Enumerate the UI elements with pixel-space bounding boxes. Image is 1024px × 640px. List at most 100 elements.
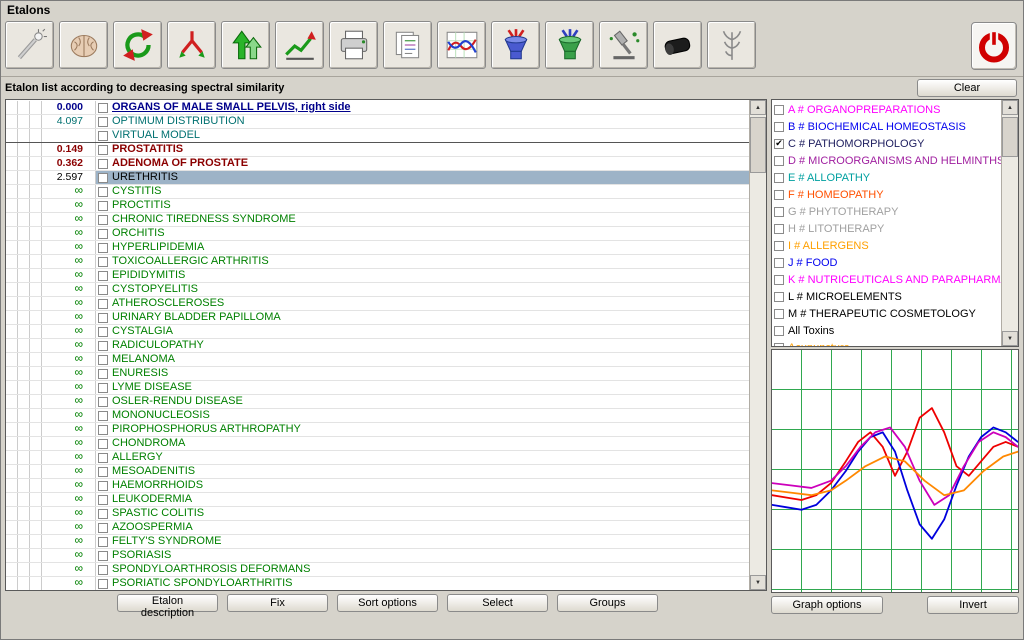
table-row[interactable]: ∞CYSTITIS	[6, 185, 749, 199]
table-row[interactable]: 0.362ADENOMA OF PROSTATE	[6, 157, 749, 171]
category-checkbox[interactable]	[774, 190, 784, 200]
row-checkbox[interactable]	[98, 425, 108, 435]
category-checkbox[interactable]	[774, 173, 784, 183]
row-checkbox[interactable]	[98, 159, 108, 169]
category-scroll-up-button[interactable]: ▲	[1002, 100, 1018, 115]
category-checkbox[interactable]: ✔	[774, 139, 784, 149]
table-row[interactable]: 0.149PROSTATITIS	[6, 143, 749, 157]
category-scrollbar[interactable]: ▲ ▼	[1001, 100, 1018, 346]
table-row[interactable]: ∞ORCHITIS	[6, 227, 749, 241]
table-row[interactable]: ∞AZOOSPERMIA	[6, 521, 749, 535]
row-checkbox[interactable]	[98, 369, 108, 379]
category-checkbox[interactable]	[774, 207, 784, 217]
category-item[interactable]: A # ORGANOPREPARATIONS	[772, 101, 1001, 118]
row-checkbox[interactable]	[98, 411, 108, 421]
microscope-button[interactable]	[599, 21, 648, 69]
category-item[interactable]: ✔C # PATHOMORPHOLOGY	[772, 135, 1001, 152]
row-checkbox[interactable]	[98, 579, 108, 589]
funnel-green-button[interactable]	[545, 21, 594, 69]
category-checkbox[interactable]	[774, 258, 784, 268]
table-row[interactable]: ∞ATHEROSCLEROSES	[6, 297, 749, 311]
table-row[interactable]: ∞PSORIASIS	[6, 549, 749, 563]
table-row[interactable]: ∞MESOADENITIS	[6, 465, 749, 479]
table-row[interactable]: ∞SPONDYLOARTHROSIS DEFORMANS	[6, 563, 749, 577]
eraser-button[interactable]	[653, 21, 702, 69]
row-checkbox[interactable]	[98, 355, 108, 365]
table-row[interactable]: ∞ENURESIS	[6, 367, 749, 381]
table-scroll-track[interactable]	[750, 115, 766, 575]
row-checkbox[interactable]	[98, 327, 108, 337]
row-checkbox[interactable]	[98, 173, 108, 183]
magic-wand-button[interactable]	[5, 21, 54, 69]
category-scroll-track[interactable]	[1002, 115, 1018, 331]
category-scroll-thumb[interactable]	[1002, 117, 1018, 157]
table-scrollbar[interactable]: ▲ ▼	[749, 100, 766, 590]
row-checkbox[interactable]	[98, 313, 108, 323]
branch-arrows-button[interactable]	[167, 21, 216, 69]
row-checkbox[interactable]	[98, 523, 108, 533]
chart-up-arrows-button[interactable]	[275, 21, 324, 69]
table-row[interactable]: ∞LYME DISEASE	[6, 381, 749, 395]
table-row[interactable]: ∞CYSTOPYELITIS	[6, 283, 749, 297]
table-row[interactable]: 2.597URETHRITIS	[6, 171, 749, 185]
row-checkbox[interactable]	[98, 201, 108, 211]
category-item[interactable]: D # MICROORGANISMS AND HELMINTHS	[772, 152, 1001, 169]
etalon-description-button[interactable]: Etalon description	[117, 594, 218, 612]
category-checkbox[interactable]	[774, 326, 784, 336]
sort-options-button[interactable]: Sort options	[337, 594, 438, 612]
row-checkbox[interactable]	[98, 551, 108, 561]
table-row[interactable]: ∞EPIDIDYMITIS	[6, 269, 749, 283]
category-item[interactable]: M # THERAPEUTIC COSMETOLOGY	[772, 305, 1001, 322]
category-item[interactable]: J # FOOD	[772, 254, 1001, 271]
table-row[interactable]: VIRTUAL MODEL	[6, 129, 749, 143]
category-item[interactable]: H # LITOTHERAPY	[772, 220, 1001, 237]
table-row[interactable]: 4.097OPTIMUM DISTRIBUTION	[6, 115, 749, 129]
category-checkbox[interactable]	[774, 309, 784, 319]
row-checkbox[interactable]	[98, 397, 108, 407]
row-checkbox[interactable]	[98, 243, 108, 253]
groups-button[interactable]: Groups	[557, 594, 658, 612]
row-checkbox[interactable]	[98, 495, 108, 505]
row-checkbox[interactable]	[98, 131, 108, 141]
row-checkbox[interactable]	[98, 565, 108, 575]
category-item[interactable]: L # MICROELEMENTS	[772, 288, 1001, 305]
table-row[interactable]: ∞HYPERLIPIDEMIA	[6, 241, 749, 255]
table-row[interactable]: ∞TOXICOALLERGIC ARTHRITIS	[6, 255, 749, 269]
category-checkbox[interactable]	[774, 343, 784, 347]
table-row[interactable]: ∞CHRONIC TIREDNESS SYNDROME	[6, 213, 749, 227]
funnel-red-button[interactable]	[491, 21, 540, 69]
row-checkbox[interactable]	[98, 299, 108, 309]
table-row[interactable]: ∞OSLER-RENDU DISEASE	[6, 395, 749, 409]
row-checkbox[interactable]	[98, 509, 108, 519]
category-item[interactable]: All Toxins	[772, 322, 1001, 339]
table-row[interactable]: ∞PROCTITIS	[6, 199, 749, 213]
category-item[interactable]: I # ALLERGENS	[772, 237, 1001, 254]
table-row[interactable]: ∞MELANOMA	[6, 353, 749, 367]
category-checkbox[interactable]	[774, 275, 784, 285]
category-item[interactable]: K # NUTRICEUTICALS AND PARAPHARMACEU	[772, 271, 1001, 288]
table-row[interactable]: ∞PSORIATIC SPONDYLOARTHRITIS	[6, 577, 749, 590]
select-button[interactable]: Select	[447, 594, 548, 612]
row-checkbox[interactable]	[98, 145, 108, 155]
table-row[interactable]: ∞CYSTALGIA	[6, 325, 749, 339]
table-scroll-down-button[interactable]: ▼	[750, 575, 766, 590]
table-row[interactable]: ∞HAEMORRHOIDS	[6, 479, 749, 493]
row-checkbox[interactable]	[98, 229, 108, 239]
table-row[interactable]: ∞ALLERGY	[6, 451, 749, 465]
table-row[interactable]: 0.000ORGANS OF MALE SMALL PELVIS, right …	[6, 101, 749, 115]
sync-arrows-button[interactable]	[113, 21, 162, 69]
category-checkbox[interactable]	[774, 105, 784, 115]
category-item[interactable]: F # HOMEOPATHY	[772, 186, 1001, 203]
plant-button[interactable]	[707, 21, 756, 69]
graph-options-button[interactable]: Graph options	[771, 596, 883, 614]
row-checkbox[interactable]	[98, 467, 108, 477]
table-row[interactable]: ∞PIROPHOSPHORUS ARTHROPATHY	[6, 423, 749, 437]
category-checkbox[interactable]	[774, 241, 784, 251]
table-row[interactable]: ∞SPASTIC COLITIS	[6, 507, 749, 521]
row-checkbox[interactable]	[98, 481, 108, 491]
table-row[interactable]: ∞MONONUCLEOSIS	[6, 409, 749, 423]
table-row[interactable]: ∞CHONDROMA	[6, 437, 749, 451]
row-checkbox[interactable]	[98, 383, 108, 393]
row-checkbox[interactable]	[98, 117, 108, 127]
table-row[interactable]: ∞RADICULOPATHY	[6, 339, 749, 353]
